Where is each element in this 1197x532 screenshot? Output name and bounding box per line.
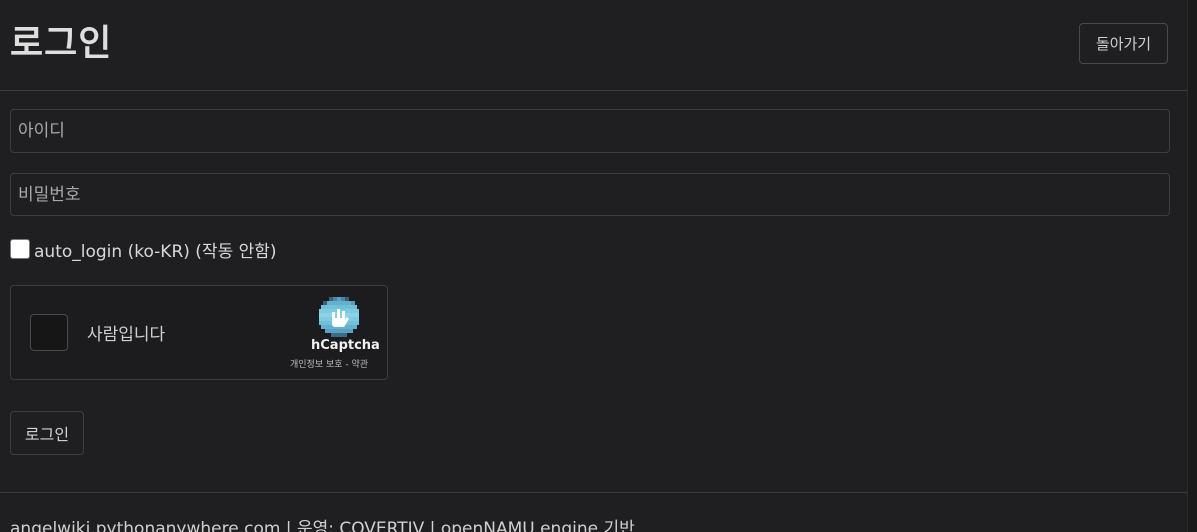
page-footer: angelwiki.pythonanywhere.com | 운영: COVER… [0, 492, 1187, 532]
hcaptcha-logo-icon [319, 297, 359, 337]
login-submit-button[interactable]: 로그인 [10, 411, 84, 455]
password-input[interactable] [10, 173, 1170, 216]
auto-login-row: auto_login (ko-KR) (작동 안함) [10, 236, 277, 262]
page-header: 로그인 돌아가기 [0, 0, 1187, 91]
scrollbar[interactable] [1187, 0, 1197, 532]
username-input[interactable] [10, 109, 1170, 153]
hcaptcha-brand: hCaptcha [311, 338, 380, 353]
auto-login-checkbox[interactable] [10, 239, 30, 259]
login-page: 로그인 돌아가기 auto_login (ko-KR) (작동 안함) 사람입니… [0, 0, 1197, 532]
back-button[interactable]: 돌아가기 [1079, 23, 1168, 64]
hcaptcha-privacy-terms-link[interactable]: 개인정보 보호 - 약관 [290, 357, 368, 370]
captcha-label: 사람입니다 [87, 325, 166, 345]
captcha-checkbox[interactable] [30, 314, 68, 351]
footer-text: angelwiki.pythonanywhere.com | 운영: COVER… [10, 519, 635, 532]
page-title: 로그인 [10, 23, 113, 64]
auto-login-label: auto_login (ko-KR) (작동 안함) [34, 241, 277, 262]
hcaptcha-widget: 사람입니다 hCaptcha 개인정보 보호 - 약관 [10, 285, 388, 380]
